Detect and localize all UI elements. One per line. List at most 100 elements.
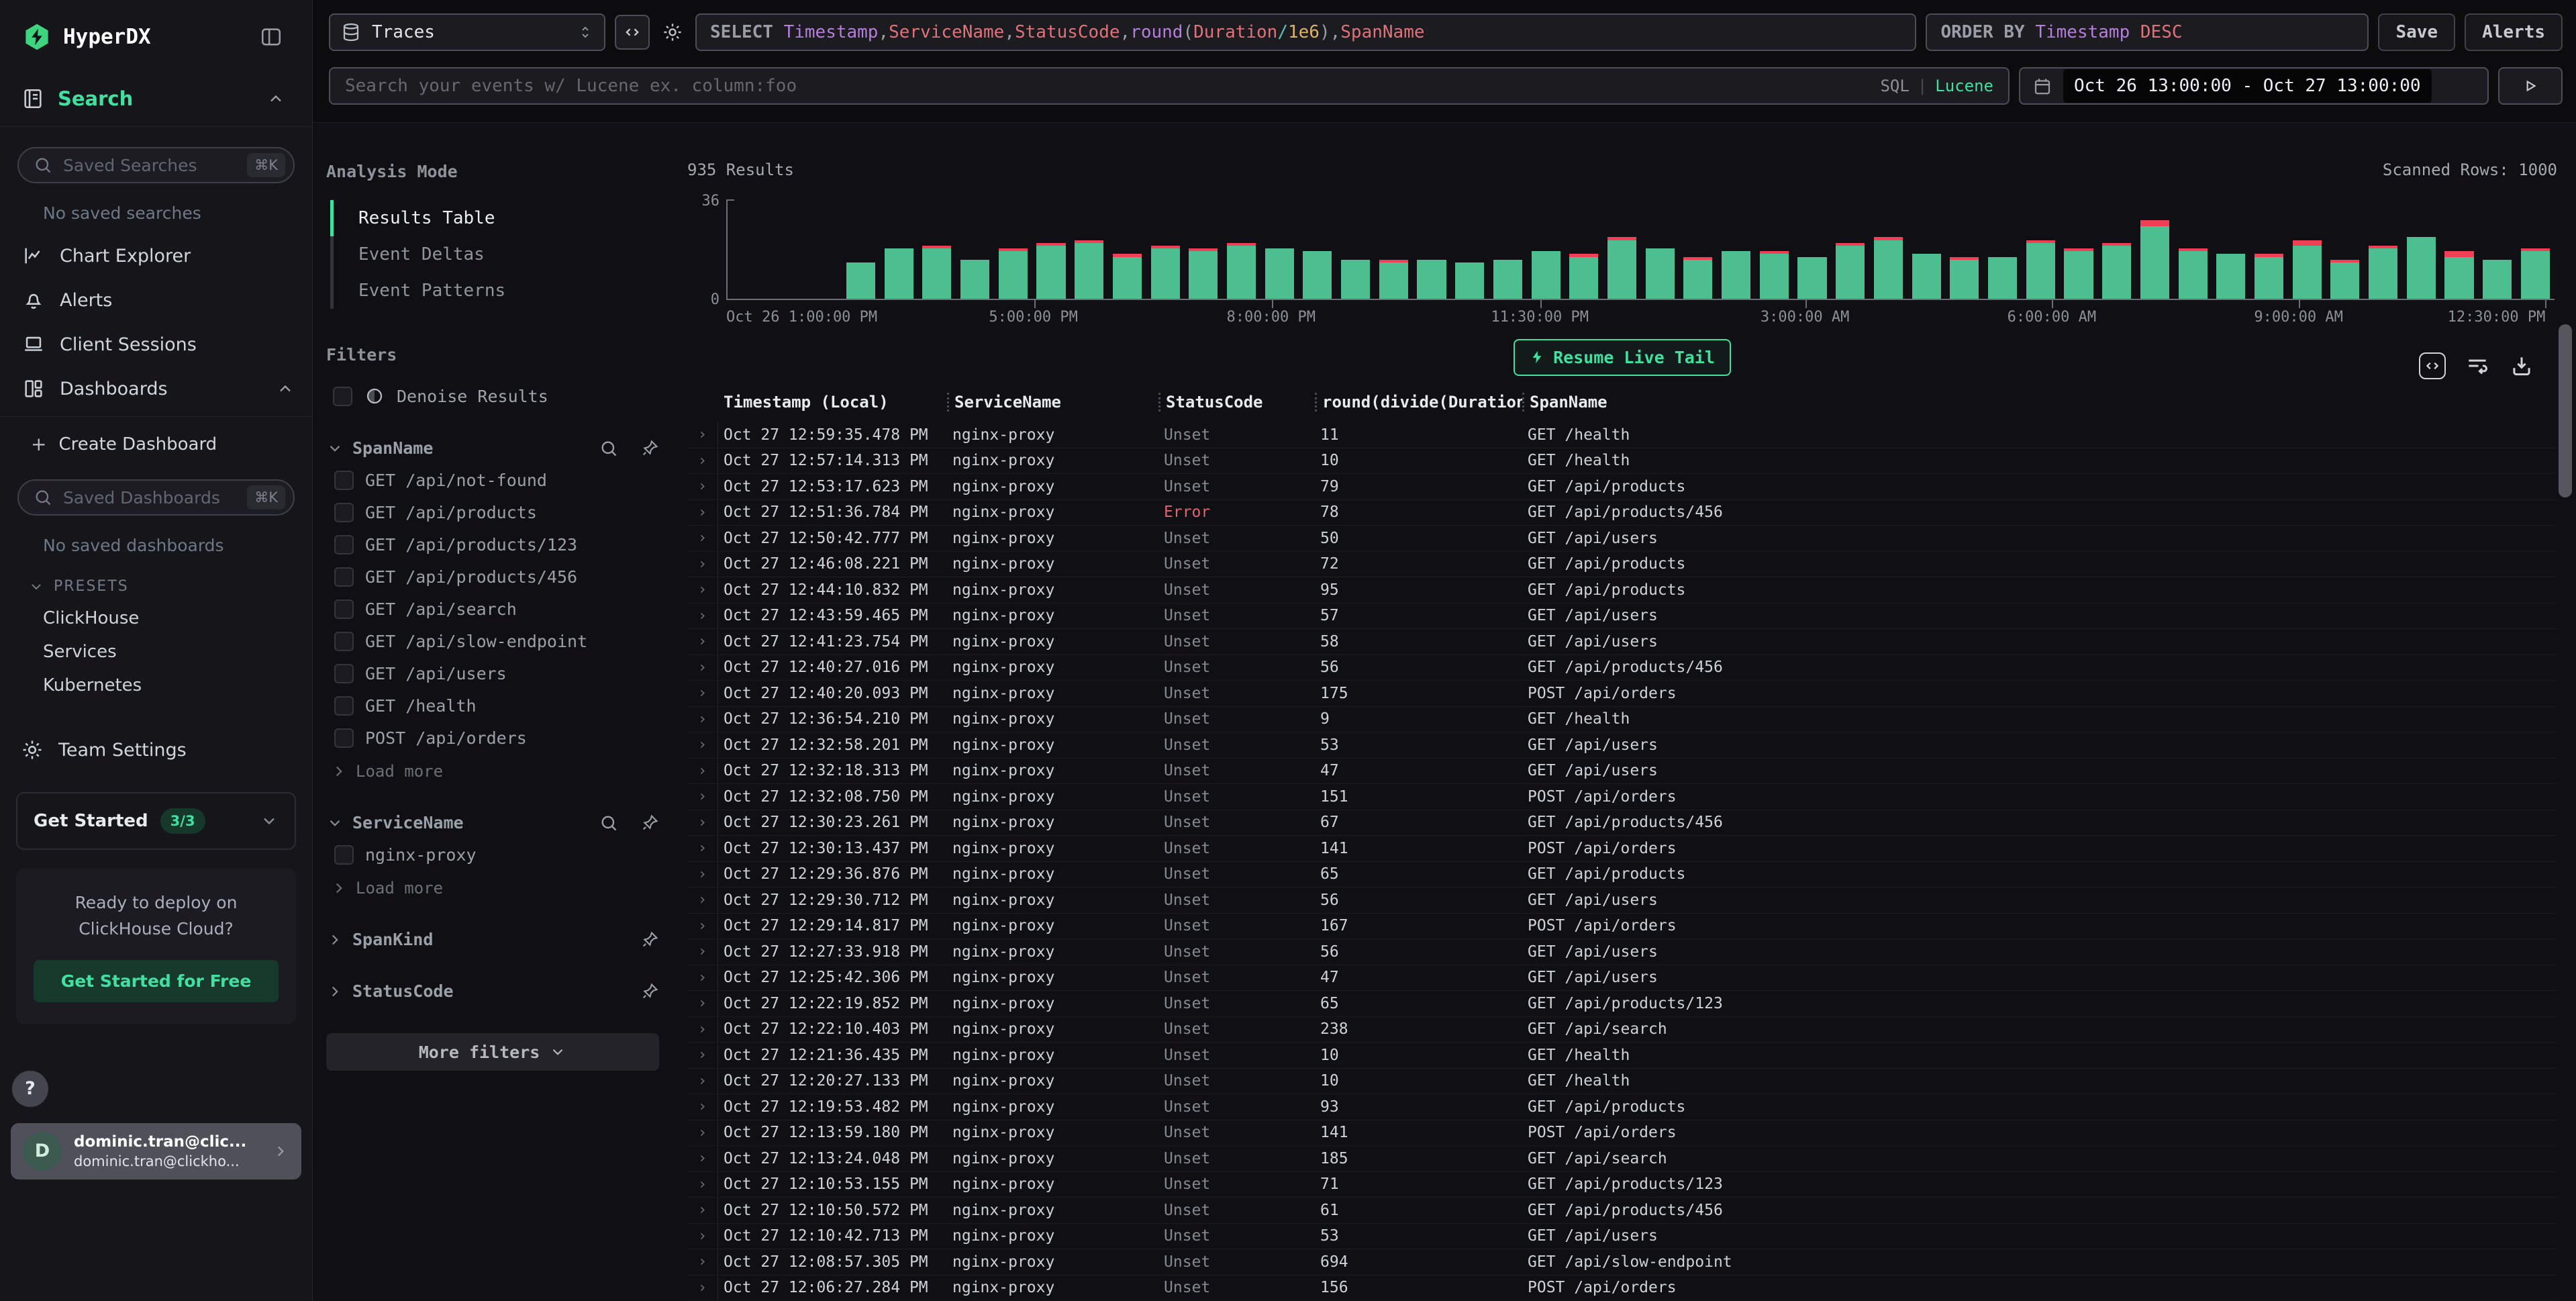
histogram-bar[interactable]	[2516, 248, 2555, 299]
query-settings-gear-icon[interactable]	[659, 21, 686, 43]
histogram-bar[interactable]	[842, 262, 880, 299]
more-filters-button[interactable]: More filters	[326, 1033, 659, 1071]
code-view-button[interactable]	[615, 15, 650, 50]
table-row[interactable]: ›Oct 27 12:22:19.852 PMnginx-proxyUnset6…	[687, 991, 2557, 1017]
denoise-results-option[interactable]: Denoise Results	[333, 386, 659, 406]
expand-row-icon[interactable]: ›	[687, 707, 718, 732]
filter-option[interactable]: GET /health	[334, 696, 659, 716]
checkbox[interactable]	[334, 535, 354, 555]
filter-option[interactable]: GET /api/slow-endpoint	[334, 632, 659, 651]
checkbox[interactable]	[334, 599, 354, 619]
table-row[interactable]: ›Oct 27 12:13:59.180 PMnginx-proxyUnset1…	[687, 1120, 2557, 1147]
histogram-bar[interactable]	[2136, 220, 2174, 299]
histogram-bar[interactable]	[1260, 248, 1299, 299]
filter-group-spanname[interactable]: SpanName	[326, 438, 659, 458]
expand-row-icon[interactable]: ›	[687, 1198, 718, 1223]
table-row[interactable]: ›Oct 27 12:06:27.284 PMnginx-proxyUnset1…	[687, 1275, 2557, 1301]
search-input[interactable]: Search your events w/ Lucene ex. column:…	[329, 67, 2010, 105]
table-row[interactable]: ›Oct 27 12:53:17.623 PMnginx-proxyUnset7…	[687, 474, 2557, 500]
table-row[interactable]: ›Oct 27 12:32:58.201 PMnginx-proxyUnset5…	[687, 732, 2557, 759]
table-row[interactable]: ›Oct 27 12:36:54.210 PMnginx-proxyUnset9…	[687, 707, 2557, 733]
table-row[interactable]: ›Oct 27 12:46:08.221 PMnginx-proxyUnset7…	[687, 552, 2557, 578]
lucene-mode-toggle[interactable]: Lucene	[1935, 77, 1993, 95]
alerts-button[interactable]: Alerts	[2465, 13, 2563, 51]
histogram-bar[interactable]	[1299, 251, 1337, 299]
histogram-bar[interactable]	[1108, 254, 1146, 299]
expand-row-icon[interactable]: ›	[687, 1094, 718, 1120]
help-button[interactable]: ?	[12, 1071, 48, 1107]
get-started-card[interactable]: Get Started 3/3	[16, 792, 296, 850]
histogram-bar[interactable]	[1717, 251, 1755, 299]
expand-row-icon[interactable]: ›	[687, 836, 718, 861]
expand-row-icon[interactable]: ›	[687, 1043, 718, 1068]
checkbox[interactable]	[334, 696, 354, 716]
table-row[interactable]: ›Oct 27 12:27:33.918 PMnginx-proxyUnset5…	[687, 939, 2557, 965]
table-row[interactable]: ›Oct 27 12:44:10.832 PMnginx-proxyUnset9…	[687, 577, 2557, 604]
expand-row-icon[interactable]: ›	[687, 1017, 718, 1043]
table-row[interactable]: ›Oct 27 12:30:23.261 PMnginx-proxyUnset6…	[687, 810, 2557, 836]
histogram-bar[interactable]	[1869, 237, 1908, 299]
expand-row-icon[interactable]: ›	[687, 681, 718, 706]
column-header-servicename[interactable]: ServiceName	[947, 393, 1158, 412]
expand-row-icon[interactable]: ›	[687, 1172, 718, 1198]
date-range-picker[interactable]: Oct 26 13:00:00 - Oct 27 13:00:00	[2019, 67, 2489, 105]
table-row[interactable]: ›Oct 27 12:25:42.306 PMnginx-proxyUnset4…	[687, 965, 2557, 992]
expand-row-icon[interactable]: ›	[687, 629, 718, 655]
histogram-bar[interactable]	[1489, 260, 1527, 299]
table-row[interactable]: ›Oct 27 12:40:20.093 PMnginx-proxyUnset1…	[687, 681, 2557, 707]
table-row[interactable]: ›Oct 27 12:19:53.482 PMnginx-proxyUnset9…	[687, 1094, 2557, 1120]
table-row[interactable]: ›Oct 27 12:10:53.155 PMnginx-proxyUnset7…	[687, 1172, 2557, 1198]
expand-row-icon[interactable]: ›	[687, 448, 718, 474]
filter-option[interactable]: nginx-proxy	[334, 845, 659, 865]
filter-option[interactable]: GET /api/products/123	[334, 535, 659, 555]
histogram-bar[interactable]	[1336, 260, 1375, 299]
histogram-bar[interactable]	[2060, 248, 2098, 299]
histogram-bar[interactable]	[1450, 262, 1489, 299]
table-row[interactable]: ›Oct 27 12:13:24.048 PMnginx-proxyUnset1…	[687, 1146, 2557, 1172]
expand-row-icon[interactable]: ›	[687, 1146, 718, 1171]
select-clause-input[interactable]: SELECT Timestamp,ServiceName,StatusCode,…	[695, 13, 1916, 51]
expand-row-icon[interactable]: ›	[687, 1275, 718, 1301]
order-by-input[interactable]: ORDER BY Timestamp DESC	[1926, 13, 2369, 51]
expand-row-icon[interactable]: ›	[687, 500, 718, 526]
sidebar-item-kubernetes[interactable]: Kubernetes	[0, 662, 312, 695]
histogram-bar[interactable]	[1032, 243, 1071, 299]
expand-row-icon[interactable]: ›	[687, 422, 718, 448]
histogram-bar[interactable]	[1222, 243, 1260, 299]
run-query-button[interactable]	[2498, 67, 2563, 105]
table-row[interactable]: ›Oct 27 12:10:42.713 PMnginx-proxyUnset5…	[687, 1224, 2557, 1250]
histogram-bar[interactable]	[2364, 246, 2402, 299]
expand-row-icon[interactable]: ›	[687, 552, 718, 577]
expand-row-icon[interactable]: ›	[687, 991, 718, 1016]
histogram-bar[interactable]	[2440, 251, 2479, 299]
sidebar-item-client-sessions[interactable]: Client Sessions	[0, 322, 312, 367]
checkbox[interactable]	[334, 567, 354, 587]
sidebar-item-services[interactable]: Services	[0, 628, 312, 662]
table-row[interactable]: ›Oct 27 12:57:14.313 PMnginx-proxyUnset1…	[687, 448, 2557, 475]
sidebar-item-chart-explorer[interactable]: Chart Explorer	[0, 234, 312, 278]
histogram-bar[interactable]	[918, 246, 956, 299]
histogram-bar[interactable]	[1603, 237, 1641, 299]
expand-row-icon[interactable]: ›	[687, 604, 718, 629]
filter-option[interactable]: GET /api/products/456	[334, 567, 659, 587]
histogram-bar[interactable]	[2174, 248, 2212, 299]
analysis-mode-results-table[interactable]: Results Table	[330, 200, 659, 236]
checkbox[interactable]	[334, 845, 354, 865]
filter-group-servicename[interactable]: ServiceName	[326, 813, 659, 832]
create-dashboard-button[interactable]: + Create Dashboard	[0, 417, 312, 459]
chevron-up-icon[interactable]	[266, 89, 285, 108]
chevron-up-icon[interactable]	[276, 379, 295, 398]
expand-row-icon[interactable]: ›	[687, 939, 718, 965]
filter-option[interactable]: POST /api/orders	[334, 728, 659, 748]
table-row[interactable]: ›Oct 27 12:08:57.305 PMnginx-proxyUnset6…	[687, 1249, 2557, 1275]
sidebar-item-search[interactable]: Search	[0, 71, 312, 127]
expand-row-icon[interactable]: ›	[687, 577, 718, 603]
table-row[interactable]: ›Oct 27 12:40:27.016 PMnginx-proxyUnset5…	[687, 655, 2557, 681]
search-icon[interactable]	[599, 814, 618, 832]
table-row[interactable]: ›Oct 27 12:20:27.133 PMnginx-proxyUnset1…	[687, 1069, 2557, 1095]
sidebar-collapse-icon[interactable]	[260, 26, 283, 48]
expand-row-icon[interactable]: ›	[687, 914, 718, 939]
table-row[interactable]: ›Oct 27 12:21:36.435 PMnginx-proxyUnset1…	[687, 1043, 2557, 1069]
source-select[interactable]: Traces	[329, 13, 605, 51]
sidebar-item-alerts[interactable]: Alerts	[0, 278, 312, 322]
